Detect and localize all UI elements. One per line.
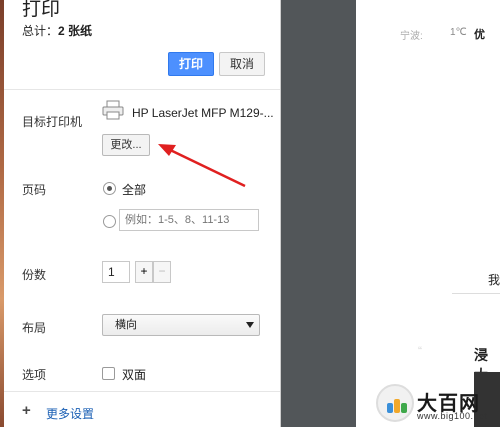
duplex-checkbox[interactable] (102, 367, 115, 380)
duplex-label: 双面 (122, 368, 147, 382)
watermark-url: www.big100.net (417, 411, 488, 421)
printer-icon (102, 100, 124, 120)
change-printer-button[interactable]: 更改... (102, 134, 150, 156)
preview-temp: 1℃ (450, 27, 467, 38)
printer-name: HP LaserJet MFP M129-... (132, 106, 274, 120)
preview-rule (452, 293, 500, 294)
plus-icon[interactable]: + (22, 402, 31, 419)
layout-selected-value: 横向 (115, 319, 137, 331)
cancel-button[interactable]: 取消 (219, 52, 265, 76)
summary-prefix: 总计： (22, 24, 59, 38)
watermark-logo: 大百网 www.big100.net (376, 384, 500, 427)
print-button[interactable]: 打印 (168, 52, 214, 76)
more-settings-link[interactable]: 更多设置 (46, 405, 94, 422)
sheet-summary: 总计：2 张纸 (22, 22, 92, 39)
chevron-down-icon (246, 322, 254, 328)
quote-icon: “ (418, 344, 422, 358)
options-label: 选项 (22, 368, 47, 382)
print-preview-page: 宁波: 1℃ 优 我 “ 浸大 (356, 0, 500, 427)
copies-input[interactable]: 1 (102, 261, 130, 283)
divider (4, 391, 280, 392)
destination-label: 目标打印机 (22, 115, 83, 129)
pages-all-label: 全部 (122, 183, 147, 197)
preview-city: 宁波: (400, 31, 423, 42)
pages-custom-input[interactable] (119, 209, 259, 231)
copies-label: 份数 (22, 268, 47, 282)
pages-all-radio[interactable] (103, 182, 116, 195)
watermark-icon (376, 384, 414, 422)
layout-label: 布局 (22, 321, 47, 335)
layout-select[interactable]: 横向 (102, 314, 260, 336)
annotation-arrow-icon (158, 144, 246, 188)
preview-air-quality: 优 (474, 29, 485, 41)
print-settings-panel: 打印 总计：2 张纸 打印 取消 目标打印机 HP LaserJet MFP M… (4, 0, 281, 427)
pages-custom-radio[interactable] (103, 215, 116, 228)
pages-label: 页码 (22, 183, 47, 197)
copies-decrement-button[interactable]: − (153, 261, 171, 283)
summary-value: 2 张纸 (58, 24, 93, 38)
divider (4, 89, 280, 90)
dialog-title: 打印 (22, 0, 61, 20)
preview-text: 我 (488, 273, 500, 287)
copies-increment-button[interactable]: + (135, 261, 153, 283)
